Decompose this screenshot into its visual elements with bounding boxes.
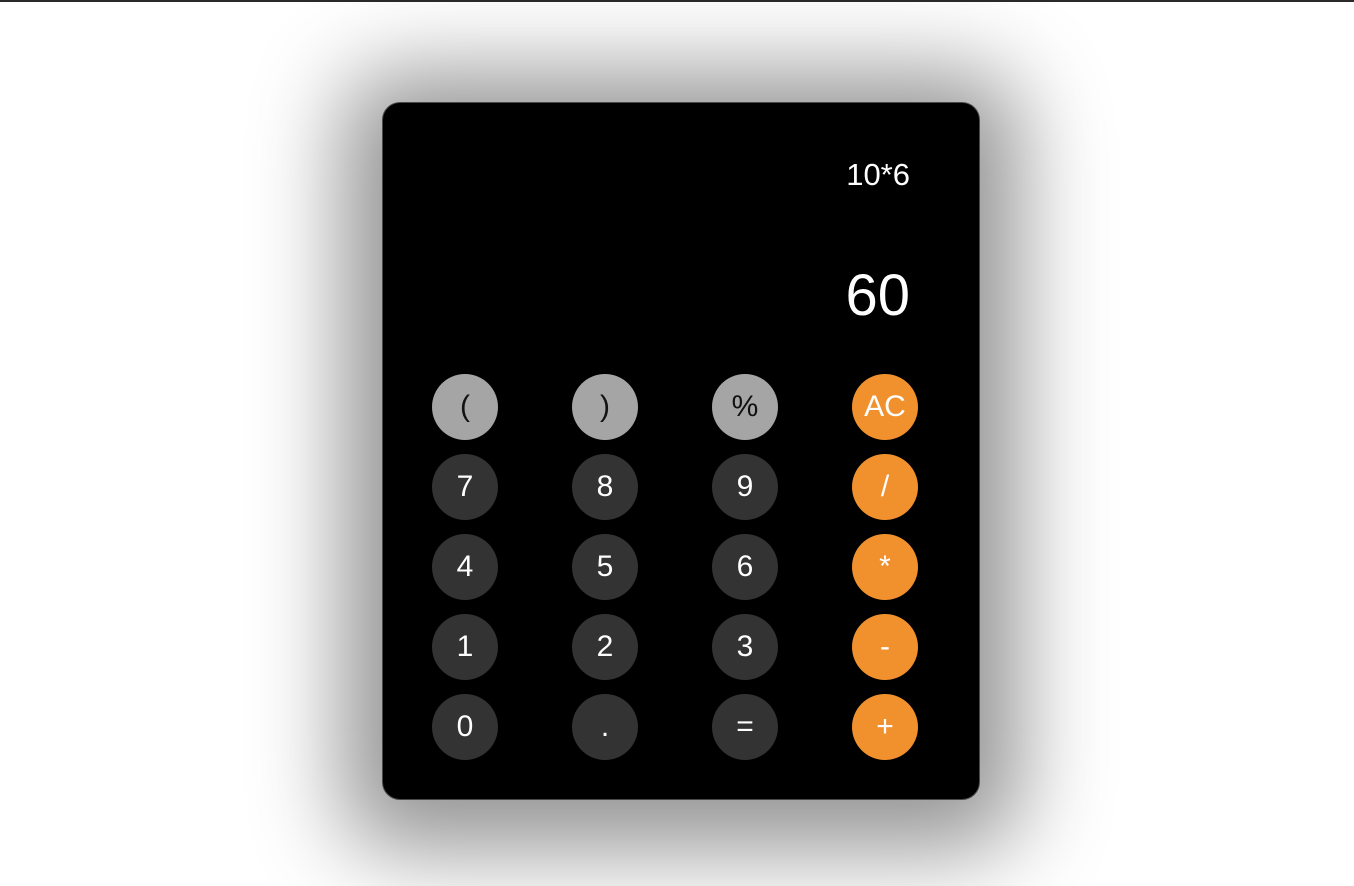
all-clear-button[interactable]: AC bbox=[852, 374, 918, 440]
calculator: 10*6 60 ( ) % AC 7 8 9 / 4 5 6 * 1 2 3 -… bbox=[382, 102, 980, 800]
divide-button[interactable]: / bbox=[852, 454, 918, 520]
result-display: 60 bbox=[845, 263, 910, 328]
digit-6-button[interactable]: 6 bbox=[712, 534, 778, 600]
open-paren-button[interactable]: ( bbox=[432, 374, 498, 440]
top-divider bbox=[0, 0, 1354, 2]
subtract-button[interactable]: - bbox=[852, 614, 918, 680]
percent-button[interactable]: % bbox=[712, 374, 778, 440]
multiply-button[interactable]: * bbox=[852, 534, 918, 600]
keypad: ( ) % AC 7 8 9 / 4 5 6 * 1 2 3 - 0 . = + bbox=[432, 374, 918, 760]
decimal-button[interactable]: . bbox=[572, 694, 638, 760]
digit-8-button[interactable]: 8 bbox=[572, 454, 638, 520]
digit-4-button[interactable]: 4 bbox=[432, 534, 498, 600]
digit-9-button[interactable]: 9 bbox=[712, 454, 778, 520]
expression-display: 10*6 bbox=[846, 157, 910, 192]
digit-3-button[interactable]: 3 bbox=[712, 614, 778, 680]
add-button[interactable]: + bbox=[852, 694, 918, 760]
digit-1-button[interactable]: 1 bbox=[432, 614, 498, 680]
digit-0-button[interactable]: 0 bbox=[432, 694, 498, 760]
digit-2-button[interactable]: 2 bbox=[572, 614, 638, 680]
equals-button[interactable]: = bbox=[712, 694, 778, 760]
digit-5-button[interactable]: 5 bbox=[572, 534, 638, 600]
close-paren-button[interactable]: ) bbox=[572, 374, 638, 440]
digit-7-button[interactable]: 7 bbox=[432, 454, 498, 520]
